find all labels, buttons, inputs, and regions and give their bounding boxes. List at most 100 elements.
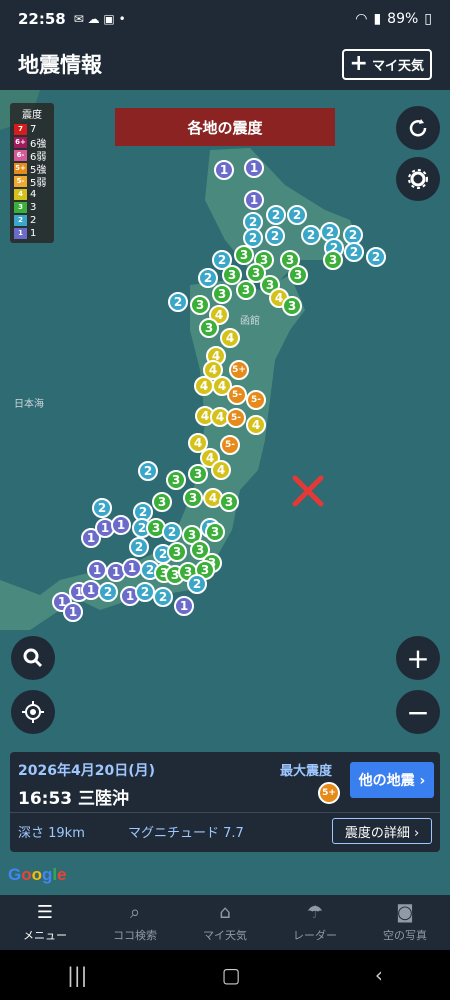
intensity-marker[interactable]: 2	[187, 574, 207, 594]
legend-item: 11	[14, 227, 50, 240]
google-logo: Google	[8, 865, 67, 884]
intensity-detail-button[interactable]: 震度の詳細 ›	[332, 818, 432, 844]
intensity-marker[interactable]: 3	[323, 250, 343, 270]
intensity-marker[interactable]: 2	[366, 247, 386, 267]
battery-icon: ▯	[424, 11, 432, 27]
intensity-marker[interactable]: 2	[168, 292, 188, 312]
intensity-marker[interactable]: 1	[244, 190, 264, 210]
hakodate-label: 函館	[240, 316, 260, 327]
plus-icon: +	[406, 641, 430, 675]
camera-icon: ◙	[396, 902, 414, 923]
nav-item[interactable]: ☂ レーダー	[270, 895, 360, 950]
other-quakes-button[interactable]: 他の地震 ›	[350, 762, 434, 798]
legend-swatch: 1	[14, 228, 27, 239]
legend-swatch: 7	[14, 124, 27, 135]
intensity-marker[interactable]: 5+	[229, 360, 249, 380]
intensity-marker[interactable]: 2	[162, 522, 182, 542]
nav-label: 空の写真	[383, 929, 427, 942]
intensity-marker[interactable]: 2	[153, 587, 173, 607]
legend-item: 33	[14, 201, 50, 214]
intensity-marker[interactable]: 4	[220, 328, 240, 348]
back-button[interactable]: ‹	[375, 963, 383, 987]
intensity-marker[interactable]: 3	[282, 296, 302, 316]
intensity-marker[interactable]: 2	[344, 242, 364, 262]
legend-label: 3	[30, 202, 37, 213]
intensity-marker[interactable]: 4	[246, 415, 266, 435]
intensity-marker[interactable]: 1	[244, 158, 264, 178]
intensity-marker[interactable]: 3	[236, 280, 256, 300]
intensity-marker[interactable]: 1	[87, 560, 107, 580]
legend-swatch: 6+	[14, 137, 27, 148]
refresh-button[interactable]	[396, 106, 440, 150]
bottom-nav: ☰ メニュー ⌕ ココ検索 ⌂ マイ天気 ☂ レーダー ◙ 空の写真	[0, 895, 450, 950]
search-button[interactable]	[11, 636, 55, 680]
refresh-icon	[409, 119, 427, 137]
intensity-marker[interactable]: 3	[205, 522, 225, 542]
intensity-marker[interactable]: 1	[63, 602, 83, 622]
intensity-marker[interactable]: 1	[214, 160, 234, 180]
intensity-marker[interactable]: 2	[129, 537, 149, 557]
divider	[10, 812, 440, 813]
intensity-marker[interactable]: 4	[194, 376, 214, 396]
legend-item: 44	[14, 188, 50, 201]
intensity-marker[interactable]: 3	[190, 295, 210, 315]
radar-icon: ☂	[306, 902, 324, 923]
intensity-marker[interactable]: 1	[174, 596, 194, 616]
intensity-marker[interactable]: 3	[183, 488, 203, 508]
intensity-legend: 震度 7 7 6+ 6強 6- 6弱 5+ 5強 5- 5弱 4 4 3 3 2 2 1 1	[10, 103, 54, 243]
intensity-marker[interactable]: 3	[199, 318, 219, 338]
intensity-marker[interactable]: 2	[287, 205, 307, 225]
legend-swatch: 4	[14, 189, 27, 200]
intensity-marker[interactable]: 2	[98, 582, 118, 602]
nav-item[interactable]: ⌕ ココ検索	[90, 895, 180, 950]
intensity-marker[interactable]: 2	[138, 461, 158, 481]
settings-button[interactable]	[396, 157, 440, 201]
intensity-marker[interactable]: 2	[301, 225, 321, 245]
intensity-marker[interactable]: 2	[266, 205, 286, 225]
legend-swatch: 5+	[14, 163, 27, 174]
nav-item[interactable]: ◙ 空の写真	[360, 895, 450, 950]
zoom-out-button[interactable]: −	[396, 690, 440, 734]
intensity-marker[interactable]: 2	[92, 498, 112, 518]
legend-swatch: 5-	[14, 176, 27, 187]
intensity-marker[interactable]: 3	[188, 464, 208, 484]
intensity-marker[interactable]: 5-	[227, 385, 247, 405]
intensity-marker[interactable]: 5-	[220, 435, 240, 455]
quake-info-card: 2026年4月20日(月) 16:53 三陸沖 最大震度 5+ 他の地震 › 深…	[10, 752, 440, 852]
quake-date: 2026年4月20日(月)	[18, 763, 155, 779]
legend-label: 7	[30, 124, 37, 135]
nav-item[interactable]: ☰ メニュー	[0, 895, 90, 950]
intensity-marker[interactable]: 3	[234, 245, 254, 265]
intensity-marker[interactable]: 5-	[226, 408, 246, 428]
intensity-marker[interactable]: 1	[122, 558, 142, 578]
zoom-in-button[interactable]: +	[396, 636, 440, 680]
add-my-weather-button[interactable]: + マイ天気	[341, 48, 432, 80]
recent-apps-button[interactable]: |||	[67, 963, 87, 987]
depth-value: 深さ 19km	[18, 826, 85, 841]
status-time: 22:58	[18, 10, 66, 28]
intensity-marker[interactable]: 3	[212, 284, 232, 304]
intensity-marker[interactable]: 3	[166, 470, 186, 490]
intensity-marker[interactable]: 1	[111, 515, 131, 535]
legend-label: 4	[30, 189, 37, 200]
epicenter-icon	[291, 474, 325, 512]
intensity-marker[interactable]: 5-	[246, 390, 266, 410]
legend-label: 1	[30, 228, 37, 239]
intensity-marker[interactable]: 3	[288, 265, 308, 285]
intensity-marker[interactable]: 3	[219, 492, 239, 512]
search-icon: ⌕	[129, 902, 141, 923]
plus-icon: +	[349, 51, 368, 76]
intensity-marker[interactable]: 2	[265, 226, 285, 246]
legend-swatch: 6-	[14, 150, 27, 161]
intensity-marker[interactable]: 3	[152, 492, 172, 512]
intensity-marker[interactable]: 4	[211, 460, 231, 480]
intensity-marker[interactable]: 3	[167, 542, 187, 562]
locate-button[interactable]	[11, 690, 55, 734]
intensity-marker[interactable]: 2	[135, 582, 155, 602]
nav-label: レーダー	[293, 929, 337, 942]
nav-label: ココ検索	[113, 929, 157, 942]
nav-item[interactable]: ⌂ マイ天気	[180, 895, 270, 950]
notification-icons: ✉ ☁ ▣ •	[73, 12, 126, 26]
home-button[interactable]: ▢	[222, 963, 241, 987]
signal-icon: ▮	[373, 11, 382, 27]
